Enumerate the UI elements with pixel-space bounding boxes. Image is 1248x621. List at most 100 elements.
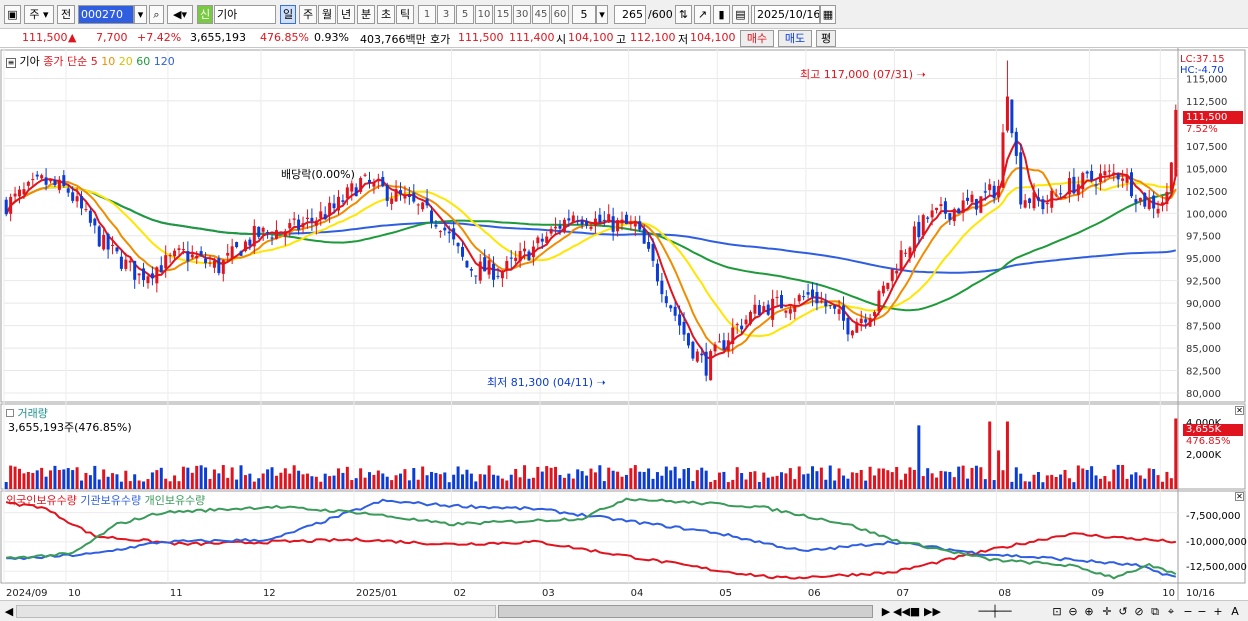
- interval-3[interactable]: 3: [437, 5, 455, 24]
- candle-body: [416, 204, 420, 206]
- period-minute-tab[interactable]: 분: [357, 5, 375, 24]
- candle-body: [890, 269, 894, 282]
- candle-body: [150, 273, 154, 279]
- minus-icon[interactable]: −: [1196, 604, 1208, 619]
- fast-forward-icon[interactable]: ▶▶: [924, 604, 941, 619]
- interval-45[interactable]: 45: [532, 5, 550, 24]
- copy-icon[interactable]: ⧉: [1148, 604, 1162, 619]
- candle-body: [678, 314, 682, 326]
- volume-bar: [226, 477, 230, 489]
- drawing-tool-icon[interactable]: ↗: [694, 5, 711, 24]
- calendar-icon[interactable]: ▦: [820, 5, 836, 24]
- candle-body: [301, 223, 305, 228]
- scroll-left-icon[interactable]: ◀: [3, 604, 15, 619]
- sound-icon[interactable]: ◀▾: [167, 5, 193, 24]
- candle-body: [239, 251, 243, 256]
- candle-body: [173, 250, 177, 257]
- count-input[interactable]: 265: [614, 5, 646, 24]
- zoom-out-glass-icon[interactable]: ⊖: [1066, 604, 1080, 619]
- volume-bar: [345, 466, 349, 489]
- volume-bar: [771, 476, 775, 489]
- interval-10[interactable]: 10: [475, 5, 493, 24]
- prev-button[interactable]: 전: [57, 5, 75, 24]
- play-icon[interactable]: ▶: [880, 604, 892, 619]
- save-icon[interactable]: ▤: [732, 5, 749, 24]
- interval-60[interactable]: 60: [551, 5, 569, 24]
- interval-5[interactable]: 5: [456, 5, 474, 24]
- period-week-tab[interactable]: 주: [299, 5, 317, 24]
- stock-chart[interactable]: 115,000 112,500 107,500 105,000 102,500 100,0…: [0, 48, 1248, 600]
- font-size-icon[interactable]: A: [1228, 604, 1242, 619]
- volume-bar: [208, 478, 212, 489]
- zoom-in-icon[interactable]: +: [1212, 604, 1224, 619]
- zoom-fit-icon[interactable]: ⊡: [1050, 604, 1064, 619]
- code-dropdown-icon[interactable]: ▾: [134, 5, 147, 24]
- scroll-track[interactable]: [16, 605, 496, 618]
- candle-body: [1081, 172, 1085, 190]
- market-type-select[interactable]: 주 ▾: [24, 5, 54, 24]
- interval-dropdown-icon[interactable]: ▾: [596, 5, 608, 24]
- rewind-icon[interactable]: ◀◀: [893, 604, 910, 619]
- panel-menu-icon[interactable]: ≡: [6, 58, 16, 68]
- stock-name-input[interactable]: 기아: [214, 5, 276, 24]
- candle-body: [226, 252, 230, 256]
- volume-bar: [935, 477, 939, 489]
- candle-body: [505, 261, 509, 271]
- high-price: 112,100: [630, 31, 676, 44]
- lc-value: LC:37.15: [1180, 54, 1225, 65]
- period-year-tab[interactable]: 년: [337, 5, 355, 24]
- volume-bar: [549, 467, 553, 489]
- volume-bar: [195, 465, 199, 489]
- stop-icon[interactable]: ■: [909, 604, 921, 619]
- layout-icon[interactable]: ▣: [4, 5, 21, 24]
- scroll-thumb[interactable]: [498, 605, 873, 618]
- new-button[interactable]: 신: [197, 5, 213, 24]
- candle-body: [988, 184, 992, 191]
- candle-body: [1041, 199, 1045, 210]
- indicator-icon[interactable]: ⇅: [675, 5, 692, 24]
- candle-body: [717, 341, 721, 343]
- period-second-tab[interactable]: 초: [377, 5, 395, 24]
- volume-bar: [567, 473, 571, 489]
- chart-type-icon[interactable]: ▮: [713, 5, 730, 24]
- interval-30[interactable]: 30: [513, 5, 531, 24]
- zoom-out-icon[interactable]: −: [1182, 604, 1194, 619]
- stock-code-input[interactable]: 000270: [78, 5, 134, 24]
- period-day-tab[interactable]: 일: [280, 5, 296, 24]
- volume-bar: [917, 425, 921, 489]
- period-tick-tab[interactable]: 틱: [396, 5, 414, 24]
- low-price: 104,100: [690, 31, 736, 44]
- search-icon[interactable]: ⌕: [149, 5, 164, 24]
- crosshair-icon[interactable]: ✛: [1100, 604, 1114, 619]
- candle-body: [833, 305, 837, 309]
- volume-bar: [31, 472, 35, 489]
- candle-body: [895, 270, 899, 274]
- reset-icon[interactable]: ↺: [1116, 604, 1130, 619]
- chart-scroll-bar: ◀ ▶ ◀◀ ■ ▶▶ ──┼── ⊡ ⊖ ⊕ ✛ ↺ ⊘ ⧉ ⌖ − − + …: [0, 600, 1248, 621]
- bid-label: 호가: [430, 33, 451, 46]
- volume-menu-icon[interactable]: [6, 409, 14, 417]
- volume-panel-close-icon[interactable]: ✕: [1235, 406, 1244, 415]
- holding-panel-close-icon[interactable]: ✕: [1235, 492, 1244, 501]
- interval-1[interactable]: 1: [418, 5, 436, 24]
- buy-button[interactable]: 매수: [740, 30, 774, 47]
- zoom-slider[interactable]: ──┼──: [950, 604, 1040, 619]
- candle-body: [1094, 184, 1098, 186]
- volume-bar: [859, 470, 863, 489]
- candle-body: [722, 340, 726, 350]
- volume-bar: [75, 467, 79, 489]
- link-icon[interactable]: ⊘: [1132, 604, 1146, 619]
- interval-input[interactable]: 5: [572, 5, 596, 24]
- sell-button[interactable]: 매도: [778, 30, 812, 47]
- zoom-in-glass-icon[interactable]: ⊕: [1082, 604, 1096, 619]
- eval-button[interactable]: 평: [816, 30, 836, 47]
- candle-body: [602, 219, 606, 221]
- volume-bar: [372, 474, 376, 489]
- tool-icon[interactable]: ⌖: [1164, 604, 1178, 619]
- period-month-tab[interactable]: 월: [318, 5, 336, 24]
- price-tick-label: 82,500: [1186, 367, 1221, 378]
- candle-body: [974, 199, 978, 210]
- price-tick-label: 85,000: [1186, 344, 1221, 355]
- interval-15[interactable]: 15: [494, 5, 512, 24]
- date-input[interactable]: 2025/10/16: [754, 5, 820, 24]
